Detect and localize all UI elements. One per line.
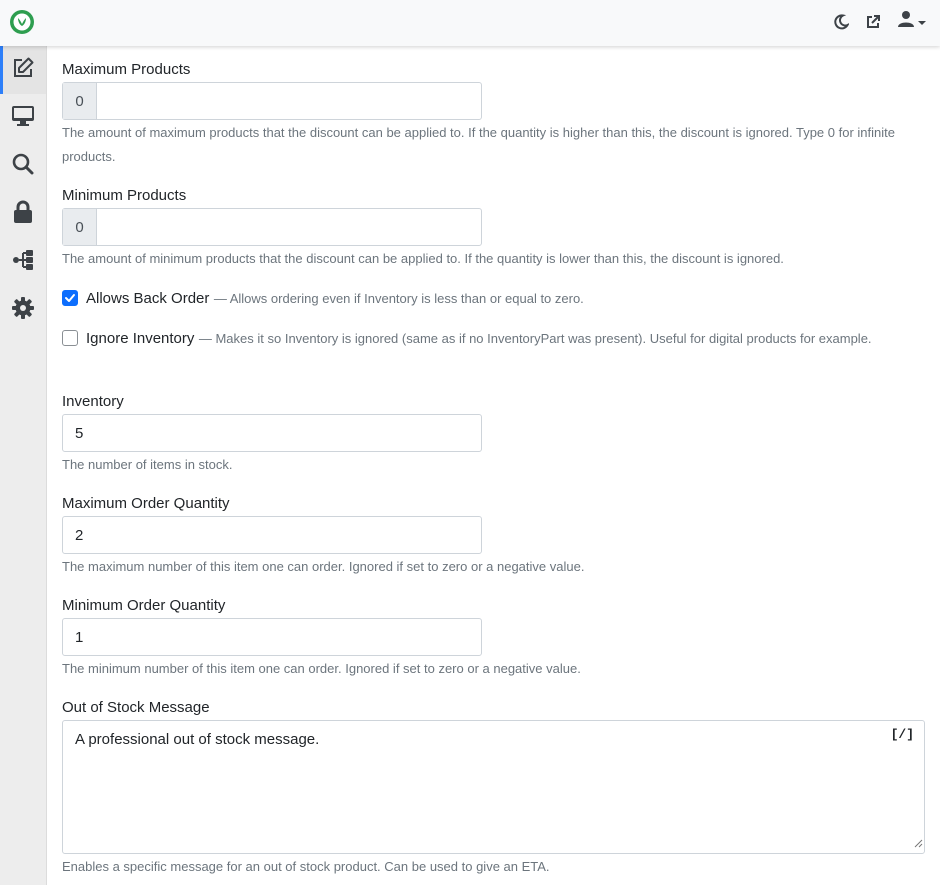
max-products-label: Maximum Products [62,61,191,78]
max-order-quantity-help: The maximum number of this item one can … [62,559,585,574]
resize-handle-icon[interactable] [913,835,923,852]
caret-down-icon [918,13,926,31]
leaf-circle-logo-icon[interactable] [9,9,35,35]
moon-icon[interactable] [830,11,852,33]
max-products-help: The amount of maximum products that the … [62,125,895,164]
allows-back-order-desc: — Allows ordering even if Inventory is l… [213,291,584,306]
user-icon [898,10,914,33]
max-order-quantity-input[interactable] [62,516,482,554]
inventory-help: The number of items in stock. [62,457,233,472]
multilingual-toggle-button[interactable]: [/] [891,727,914,742]
max-products-prefix: 0 [63,83,97,119]
sidebar [0,46,47,885]
user-menu-button[interactable] [898,10,926,33]
sidebar-item-preview[interactable] [0,94,46,142]
sidebar-item-security[interactable] [0,190,46,238]
out-of-stock-message-value: A professional out of stock message. [75,731,320,748]
sidebar-item-settings[interactable] [0,286,46,334]
search-icon [12,153,34,180]
ignore-inventory-checkbox[interactable] [62,330,78,346]
external-link-icon[interactable] [862,11,884,33]
ignore-inventory-row: Ignore Inventory — Makes it so Inventory… [62,327,882,351]
allows-back-order-row: Allows Back Order — Allows ordering even… [62,287,930,311]
min-products-label: Minimum Products [62,187,187,204]
inventory-input[interactable] [62,414,482,452]
max-order-quantity-label: Maximum Order Quantity [62,495,230,512]
lock-icon [13,200,33,229]
edit-icon [11,56,35,85]
ignore-inventory-label[interactable]: Ignore Inventory [86,330,194,347]
allows-back-order-label[interactable]: Allows Back Order [86,290,209,307]
min-products-input[interactable] [97,209,481,245]
min-products-prefix: 0 [63,209,97,245]
max-products-input[interactable] [97,83,481,119]
out-of-stock-message-textarea[interactable]: A professional out of stock message. [/] [62,720,925,854]
allows-back-order-checkbox[interactable] [62,290,78,306]
max-products-input-group: 0 [62,82,482,120]
min-order-quantity-help: The minimum number of this item one can … [62,661,581,676]
sidebar-item-structure[interactable] [0,238,46,286]
out-of-stock-message-help: Enables a specific message for an out of… [62,859,550,874]
out-of-stock-message-label: Out of Stock Message [62,699,210,716]
min-order-quantity-input[interactable] [62,618,482,656]
sidebar-item-edit[interactable] [0,46,46,94]
ignore-inventory-desc: — Makes it so Inventory is ignored (same… [198,331,872,346]
min-products-help: The amount of minimum products that the … [62,251,784,266]
sitemap-icon [12,249,34,276]
top-navbar [0,0,940,46]
gear-icon [12,296,34,324]
min-order-quantity-label: Minimum Order Quantity [62,597,226,614]
min-products-input-group: 0 [62,208,482,246]
desktop-icon [11,105,35,132]
inventory-label: Inventory [62,393,124,410]
sidebar-item-search[interactable] [0,142,46,190]
